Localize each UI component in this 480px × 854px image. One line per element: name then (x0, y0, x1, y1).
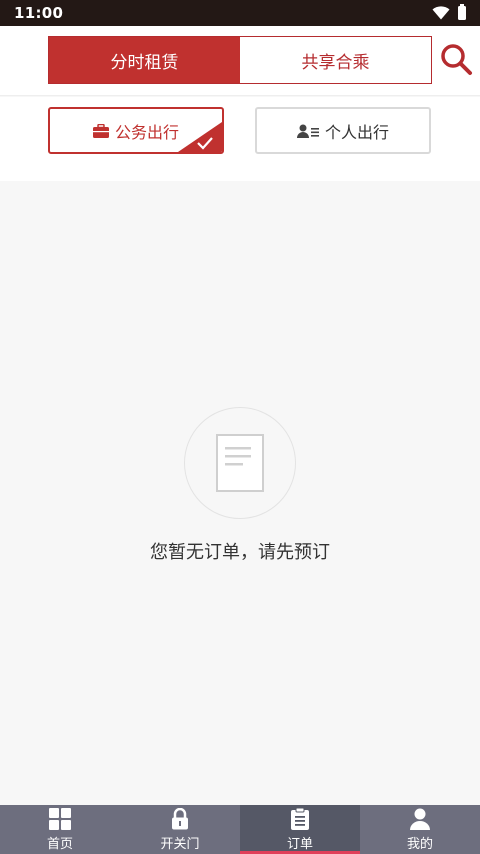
document-icon (216, 434, 264, 492)
status-icons (432, 4, 466, 20)
nav-label-orders: 订单 (286, 837, 313, 852)
user-icon (408, 807, 432, 831)
personal-trip-label: 个人出行 (324, 122, 389, 142)
wifi-icon (432, 6, 450, 20)
battery-icon (458, 4, 466, 20)
search-icon[interactable] (438, 42, 474, 78)
nav-label-home: 首页 (46, 837, 73, 852)
grid-icon (48, 807, 72, 831)
status-bar: 11:00 (0, 0, 480, 26)
status-time: 11:00 (14, 4, 64, 22)
service-tabs: 分时租赁 共享合乘 (48, 36, 432, 84)
user-list-icon (296, 124, 319, 138)
empty-state-illustration (184, 407, 296, 519)
nav-item-home[interactable]: 首页 (0, 805, 120, 854)
tab-shared-ride[interactable]: 共享合乘 (240, 37, 431, 83)
nav-label-profile: 我的 (406, 837, 433, 852)
business-trip-label: 公务出行 (114, 122, 179, 142)
business-trip-button[interactable]: 公务出行 (48, 107, 224, 154)
nav-label-door: 开关门 (160, 837, 200, 852)
clipboard-icon (288, 807, 312, 831)
personal-trip-button[interactable]: 个人出行 (255, 107, 431, 154)
nav-item-orders[interactable]: 订单 (240, 805, 360, 854)
tab-time-rental[interactable]: 分时租赁 (49, 37, 240, 83)
bottom-nav: 首页 开关门 订单 我的 (0, 805, 480, 854)
header: 分时租赁 共享合乘 (0, 26, 480, 96)
trip-type-row: 公务出行 个人出行 (0, 97, 480, 181)
check-corner-icon (178, 122, 222, 152)
lock-icon (168, 807, 192, 831)
nav-item-profile[interactable]: 我的 (360, 805, 480, 854)
empty-state-message: 您暂无订单，请先预订 (150, 542, 330, 563)
briefcase-icon (92, 123, 109, 138)
nav-item-door[interactable]: 开关门 (120, 805, 240, 854)
